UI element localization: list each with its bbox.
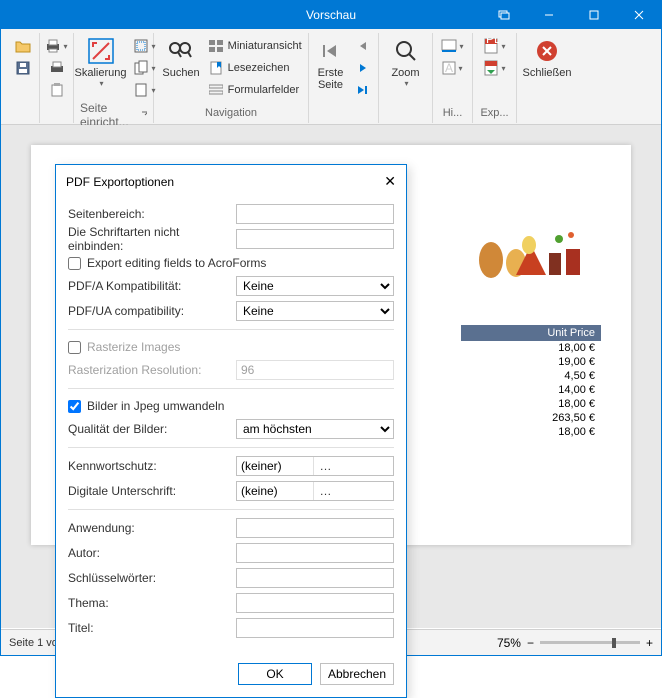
rasterize-label: Rasterize Images	[87, 340, 180, 354]
formfields-button[interactable]: Formularfelder	[206, 79, 304, 101]
cancel-button[interactable]: Abbrechen	[320, 663, 394, 685]
dialog-close-button[interactable]: ✕	[384, 173, 396, 190]
restore-icon[interactable]	[481, 1, 526, 29]
prev-page-button[interactable]	[351, 35, 375, 57]
author-input[interactable]	[236, 543, 394, 563]
application-label: Anwendung:	[68, 521, 236, 535]
margins-button[interactable]: ▾	[133, 35, 157, 57]
window-title: Vorschau	[306, 8, 356, 22]
signature-combo[interactable]: (keine)…	[236, 481, 394, 501]
page-range-input[interactable]	[236, 204, 394, 224]
maximize-button[interactable]	[571, 1, 616, 29]
raster-res-label: Rasterization Resolution:	[68, 363, 236, 377]
signature-label: Digitale Unterschrift:	[68, 484, 236, 498]
raster-res-input	[236, 360, 394, 380]
unit-price-header: Unit Price	[461, 325, 601, 341]
password-label: Kennwortschutz:	[68, 459, 236, 473]
export-acroforms-checkbox[interactable]	[68, 257, 81, 270]
rasterize-checkbox[interactable]	[68, 341, 81, 354]
last-page-button[interactable]	[351, 79, 375, 101]
svg-text:PDF: PDF	[486, 38, 499, 46]
export-pdf-button[interactable]: PDF▾	[483, 35, 507, 57]
zoom-minus-button[interactable]: −	[527, 636, 534, 650]
thumbnails-button[interactable]: Miniaturansicht	[206, 35, 304, 57]
export-pdf2-button[interactable]: ▾	[483, 57, 507, 79]
pdfa-select[interactable]: Keine	[236, 276, 394, 296]
convert-jpeg-checkbox[interactable]	[68, 400, 81, 413]
zoom-plus-button[interactable]: +	[646, 636, 653, 650]
keywords-input[interactable]	[236, 568, 394, 588]
scale-button[interactable]: Skalierung▾	[71, 35, 131, 101]
search-button[interactable]: Suchen	[158, 35, 203, 101]
zoom-value: 75%	[497, 636, 521, 650]
pdfua-label: PDF/UA compatibility:	[68, 304, 236, 318]
close-preview-button[interactable]: Schließen	[519, 35, 576, 105]
dialog-title: PDF Exportoptionen	[66, 175, 174, 189]
image-quality-select[interactable]: am höchsten	[236, 419, 394, 439]
minimize-button[interactable]	[526, 1, 571, 29]
page-range-label: Seitenbereich:	[68, 207, 236, 221]
size-button[interactable]: ▾	[133, 79, 157, 101]
pdfa-label: PDF/A Kompatibilität:	[68, 279, 236, 293]
titlebar: Vorschau	[1, 1, 661, 29]
open-button[interactable]	[11, 35, 35, 57]
orientation-button[interactable]: ▾	[133, 57, 157, 79]
clipboard-button[interactable]	[45, 79, 69, 101]
bg-color-button[interactable]: ▾	[441, 35, 465, 57]
pdf-export-dialog: PDF Exportoptionen ✕ Seitenbereich: Die …	[55, 164, 407, 698]
quick-print-button[interactable]	[45, 57, 69, 79]
print-button[interactable]: ▾	[45, 35, 69, 57]
ok-button[interactable]: OK	[238, 663, 312, 685]
subject-label: Thema:	[68, 596, 236, 610]
first-page-button[interactable]: Erste Seite	[313, 35, 349, 105]
author-label: Autor:	[68, 546, 236, 560]
subject-input[interactable]	[236, 593, 394, 613]
title-input[interactable]	[236, 618, 394, 638]
ribbon: ▾ Skalierung▾ ▾ ▾ ▾ Seite einricht... Su…	[1, 29, 661, 125]
convert-jpeg-label: Bilder in Jpeg umwandeln	[87, 399, 224, 413]
password-combo[interactable]: (keiner)…	[236, 456, 394, 476]
page-indicator: Seite 1 vo	[9, 637, 58, 649]
keywords-label: Schlüsselwörter:	[68, 571, 236, 585]
export-acroforms-label: Export editing fields to AcroForms	[87, 256, 266, 270]
save-button[interactable]	[11, 57, 35, 79]
pdfua-select[interactable]: Keine	[236, 301, 394, 321]
price-table: Unit Price 18,00 € 19,00 € 4,50 € 14,00 …	[461, 325, 601, 439]
zoom-button[interactable]: Zoom▾	[387, 35, 423, 105]
application-input[interactable]	[236, 518, 394, 538]
no-embed-fonts-input[interactable]	[236, 229, 394, 249]
close-button[interactable]	[616, 1, 661, 29]
image-quality-label: Qualität der Bilder:	[68, 422, 236, 436]
title-field-label: Titel:	[68, 621, 236, 635]
bookmarks-button[interactable]: Lesezeichen	[206, 57, 304, 79]
product-image	[471, 215, 591, 285]
no-embed-fonts-label: Die Schriftarten nicht einbinden:	[68, 225, 236, 253]
watermark-button[interactable]: A▾	[441, 57, 465, 79]
next-page-button[interactable]	[351, 57, 375, 79]
svg-text:A: A	[445, 61, 453, 75]
zoom-slider[interactable]	[540, 641, 640, 644]
